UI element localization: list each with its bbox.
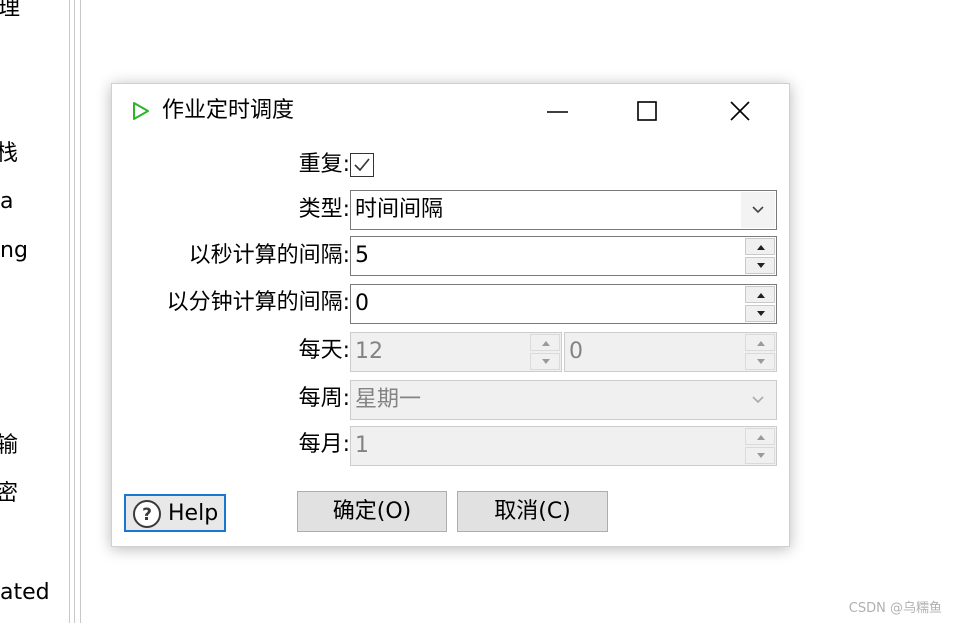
cancel-button[interactable]: 取消(C) — [457, 491, 608, 532]
monthly-label: 每月: — [298, 432, 350, 457]
interval-minutes-down-button[interactable] — [745, 305, 775, 322]
svg-text:?: ? — [142, 505, 152, 525]
play-icon — [132, 100, 150, 122]
help-button[interactable]: ? Help — [124, 494, 226, 532]
bg-label-7: ated — [0, 580, 50, 605]
arrow-down-icon — [542, 359, 550, 364]
minimize-button[interactable] — [535, 94, 581, 130]
arrow-up-icon — [542, 341, 550, 346]
help-icon: ? — [132, 499, 162, 529]
maximize-icon — [637, 101, 657, 121]
repeat-checkbox[interactable] — [350, 153, 374, 177]
bg-label-3: a — [0, 189, 14, 214]
help-button-label: Help — [168, 501, 219, 526]
bg-label-2: 栈 — [0, 141, 19, 166]
daily-hour-down-button[interactable] — [530, 353, 560, 370]
daily-hour-spin — [530, 334, 560, 370]
interval-minutes-spin — [745, 286, 775, 322]
monthly-down-button[interactable] — [745, 447, 775, 464]
chevron-down-icon — [752, 206, 764, 214]
bg-label-6: 密 — [0, 481, 19, 506]
weekly-select-value: 星期一 — [355, 387, 422, 412]
daily-minute-up-button[interactable] — [745, 334, 775, 351]
arrow-up-icon — [757, 245, 765, 250]
bg-label-4: ng — [0, 238, 28, 263]
daily-minute-spin — [745, 334, 775, 370]
arrow-down-icon — [757, 263, 765, 268]
type-label: 类型: — [298, 197, 350, 222]
repeat-label: 重复: — [298, 152, 350, 177]
interval-seconds-spinbox[interactable]: 5 — [350, 236, 777, 276]
bg-label-5: 输 — [0, 433, 19, 458]
daily-hour-value: 12 — [355, 339, 383, 364]
daily-minute-down-button[interactable] — [745, 353, 775, 370]
weekly-label: 每周: — [298, 386, 350, 411]
monthly-value: 1 — [355, 433, 369, 458]
watermark: CSDN @乌糯鱼 — [848, 601, 942, 616]
job-schedule-dialog: 作业定时调度 重复: 类型: 时间间隔 以秒计算的间隔: 5 以分钟计算的间隔:… — [111, 83, 790, 547]
bg-label-1: 理 — [0, 0, 21, 21]
arrow-down-icon — [757, 359, 765, 364]
daily-minute-spinbox[interactable]: 0 — [564, 332, 777, 372]
monthly-up-button[interactable] — [745, 428, 775, 445]
daily-minute-value: 0 — [569, 339, 583, 364]
monthly-spin — [745, 428, 775, 464]
daily-hour-spinbox[interactable]: 12 — [350, 332, 562, 372]
panel-divider-edge-2 — [80, 0, 81, 623]
arrow-up-icon — [757, 293, 765, 298]
arrow-up-icon — [757, 435, 765, 440]
type-select-dropdown-button[interactable] — [741, 192, 775, 228]
checkmark-icon — [354, 158, 370, 172]
monthly-spinbox[interactable]: 1 — [350, 426, 777, 466]
type-select-value: 时间间隔 — [355, 197, 444, 222]
weekly-select-dropdown-button[interactable] — [741, 382, 775, 418]
interval-seconds-value: 5 — [355, 243, 369, 268]
interval-seconds-down-button[interactable] — [745, 257, 775, 274]
dialog-titlebar[interactable]: 作业定时调度 — [112, 84, 789, 140]
type-select[interactable]: 时间间隔 — [350, 190, 777, 230]
weekly-select[interactable]: 星期一 — [350, 380, 777, 420]
minimize-icon — [547, 111, 568, 113]
interval-minutes-up-button[interactable] — [745, 286, 775, 303]
daily-label: 每天: — [298, 338, 350, 363]
arrow-down-icon — [757, 311, 765, 316]
interval-seconds-spin — [745, 238, 775, 274]
maximize-button[interactable] — [624, 94, 670, 130]
close-button[interactable] — [717, 94, 763, 130]
interval-seconds-label: 以秒计算的间隔: — [188, 243, 350, 268]
arrow-down-icon — [757, 453, 765, 458]
daily-hour-up-button[interactable] — [530, 334, 560, 351]
arrow-up-icon — [757, 341, 765, 346]
interval-seconds-up-button[interactable] — [745, 238, 775, 255]
interval-minutes-spinbox[interactable]: 0 — [350, 284, 777, 324]
interval-minutes-label: 以分钟计算的间隔: — [166, 290, 350, 315]
dialog-title: 作业定时调度 — [162, 98, 295, 123]
panel-divider-edge — [74, 0, 75, 623]
close-icon — [730, 101, 750, 121]
panel-divider[interactable] — [69, 0, 70, 623]
chevron-down-icon — [752, 396, 764, 404]
ok-button[interactable]: 确定(O) — [297, 491, 447, 532]
interval-minutes-value: 0 — [355, 291, 369, 316]
